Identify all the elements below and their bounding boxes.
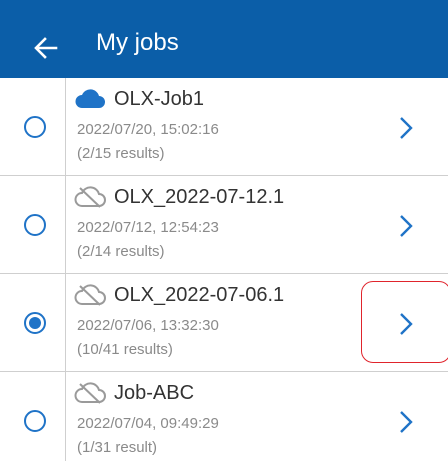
job-radio[interactable] [24,214,46,236]
job-row[interactable]: OLX_2022-07-12.1 2022/07/12, 12:54:23 (2… [0,176,448,274]
job-row[interactable]: OLX_2022-07-06.1 2022/07/06, 13:32:30 (1… [0,274,448,372]
job-results: (2/14 results) [77,243,165,260]
cloud-off-icon [74,382,106,404]
job-date: 2022/07/20, 15:02:16 [77,121,219,138]
cloud-icon [75,89,105,108]
job-date: 2022/07/06, 13:32:30 [77,317,219,334]
job-name: OLX_2022-07-06.1 [114,284,285,306]
radio-cell [0,176,66,273]
job-results: (10/41 results) [77,341,173,358]
job-radio-selected[interactable] [24,312,46,334]
cloud-off-icon [74,186,106,208]
chevron-right-icon[interactable] [397,409,415,435]
job-radio[interactable] [24,116,46,138]
job-results: (2/15 results) [77,145,165,162]
cloud-off-icon [74,284,106,306]
job-name: OLX-Job1 [114,88,205,110]
chevron-right-icon[interactable] [397,115,415,141]
radio-cell [0,372,66,461]
job-list: OLX-Job1 2022/07/20, 15:02:16 (2/15 resu… [0,78,448,461]
job-radio[interactable] [24,410,46,432]
job-row[interactable]: Job-ABC 2022/07/04, 09:49:29 (1/31 resul… [0,372,448,461]
job-results: (1/31 result) [77,439,158,456]
radio-dot [29,317,41,329]
job-row[interactable]: OLX-Job1 2022/07/20, 15:02:16 (2/15 resu… [0,78,448,176]
back-button[interactable] [32,34,60,62]
chevron-right-icon[interactable] [397,213,415,239]
page-title: My jobs [96,29,179,56]
job-date: 2022/07/12, 12:54:23 [77,219,219,236]
chevron-right-icon[interactable] [397,311,415,337]
radio-cell [0,274,66,371]
arrow-left-icon [34,37,58,59]
app-header: My jobs [0,0,448,78]
job-date: 2022/07/04, 09:49:29 [77,415,219,432]
job-name: Job-ABC [114,382,195,404]
radio-cell [0,78,66,175]
job-name: OLX_2022-07-12.1 [114,186,285,208]
